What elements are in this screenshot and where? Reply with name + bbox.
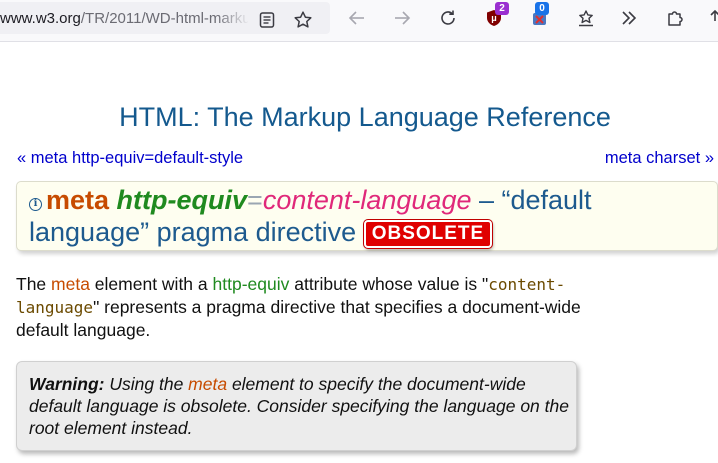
ublock-icon[interactable]: μ 2 — [479, 2, 509, 33]
heading-equals: = — [247, 185, 263, 215]
bookmark-star-icon[interactable] — [288, 5, 318, 35]
heading-attribute-value: content-language — [262, 185, 472, 215]
description-text: attribute whose value is " — [289, 274, 489, 294]
heading-element-name: meta — [46, 185, 110, 215]
forward-icon[interactable] — [387, 3, 417, 33]
reader-view-icon[interactable] — [252, 5, 282, 35]
url-host: www.w3.org — [0, 10, 81, 27]
extensions-puzzle-icon[interactable] — [660, 3, 690, 33]
info-icon[interactable]: i — [29, 198, 42, 211]
ublock-badge: 2 — [495, 2, 509, 15]
http-equiv-attribute-link[interactable]: http-equiv — [213, 274, 290, 294]
address-bar[interactable]: www.w3.org/TR/2011/WD-html-markup/meta.h… — [0, 2, 330, 34]
chevrons-more-icon[interactable] — [614, 3, 644, 33]
section-heading-box: i meta http-equiv=content-language – “def… — [16, 181, 718, 251]
url-text[interactable]: www.w3.org/TR/2011/WD-html-markup/meta.h… — [0, 10, 248, 27]
warning-label: Warning: — [29, 374, 105, 394]
save-to-pocket-icon[interactable] — [571, 3, 601, 33]
extension-badge: 0 — [535, 2, 549, 15]
page-title: HTML: The Markup Language Reference — [119, 102, 611, 132]
warning-text: Warning: Using the meta element to speci… — [29, 373, 569, 439]
browser-toolbar: www.w3.org/TR/2011/WD-html-markup/meta.h… — [0, 0, 718, 42]
prev-page-link[interactable]: « meta http-equiv=default-style — [17, 149, 243, 168]
heading-attribute-name: http-equiv — [116, 185, 248, 215]
warning-box: Warning: Using the meta element to speci… — [16, 361, 577, 451]
description-paragraph: The meta element with a http-equiv attri… — [16, 273, 586, 341]
meta-element-link[interactable]: meta — [51, 274, 90, 294]
url-fade — [216, 4, 250, 32]
next-page-link[interactable]: meta charset » — [605, 149, 714, 168]
section-heading: i meta http-equiv=content-language – “def… — [29, 184, 709, 248]
warning-meta-link[interactable]: meta — [188, 374, 227, 394]
reload-icon[interactable] — [433, 3, 463, 33]
description-text: The — [16, 274, 52, 294]
extension-icon[interactable]: 0 — [525, 2, 555, 33]
share-icon[interactable] — [700, 3, 718, 33]
warning-body: Using the — [104, 374, 189, 394]
back-icon[interactable] — [342, 3, 372, 33]
description-text: element with a — [89, 274, 213, 294]
obsolete-badge: OBSOLETE — [363, 220, 493, 248]
description-text: " represents a pragma directive that spe… — [16, 297, 581, 340]
